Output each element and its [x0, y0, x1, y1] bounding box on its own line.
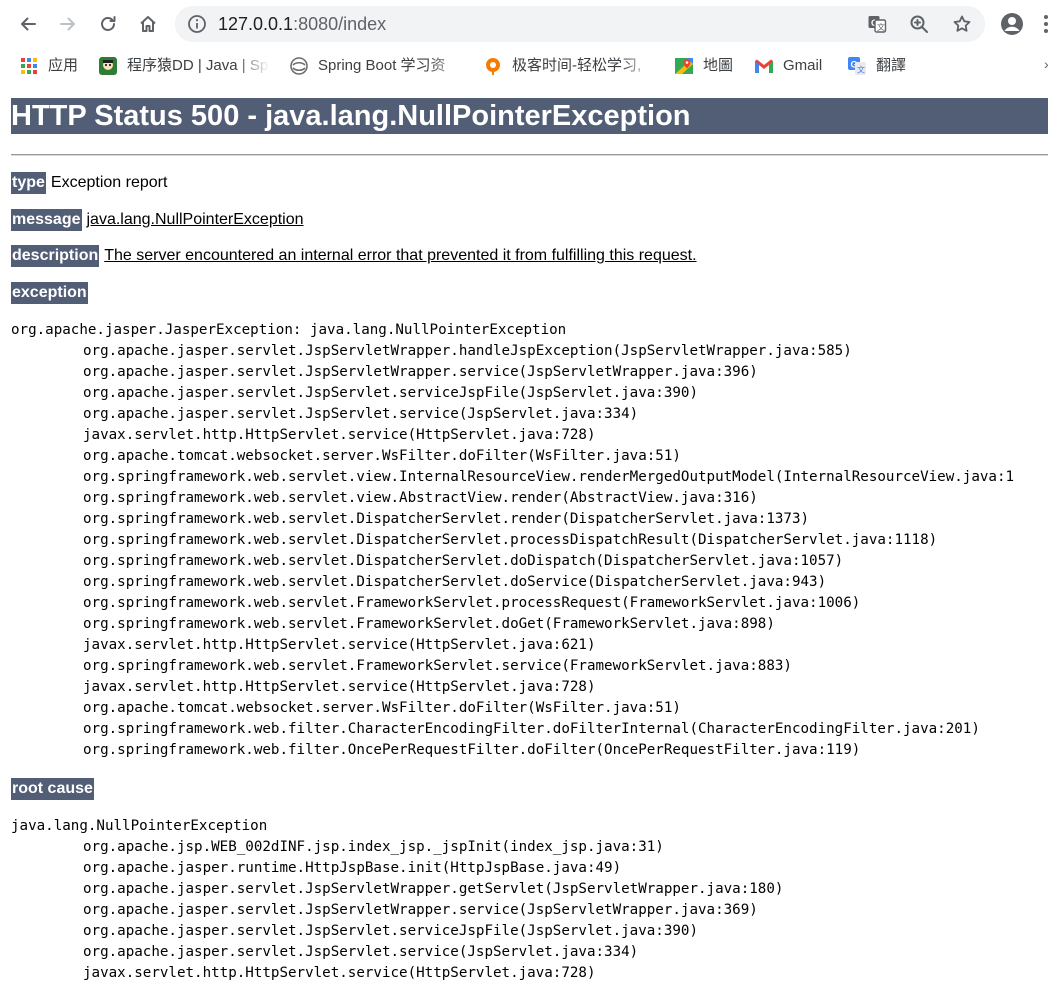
svg-text:文: 文 [857, 65, 865, 75]
url-host: 127.0.0.1 [218, 14, 294, 34]
reload-icon [101, 16, 116, 31]
root-cause-row: root cause [11, 778, 99, 800]
trace-frame-line: org.springframework.web.servlet.Dispatch… [83, 532, 938, 548]
bookmark-spring-boot[interactable]: Spring Boot 学习资 [289, 55, 465, 77]
trace-frame-line: org.apache.tomcat.websocket.server.WsFil… [83, 700, 681, 716]
trace-frame-line: org.apache.jasper.servlet.JspServletWrap… [83, 343, 852, 359]
bookmark-maps[interactable]: 地圖 [674, 55, 744, 77]
trace-frame-line: javax.servlet.http.HttpServlet.service(H… [83, 427, 596, 443]
bookmarks-overflow-icon[interactable]: › [1044, 56, 1049, 72]
trace-frame-line: org.apache.jasper.servlet.JspServlet.ser… [83, 944, 639, 960]
bookmark-gmail[interactable]: Gmail [754, 55, 834, 77]
type-label: type [11, 172, 46, 194]
exception-stack-trace: org.apache.jasper.JasperException: java.… [11, 320, 1014, 761]
exception-row: exception [11, 282, 93, 304]
trace-frame-line: org.springframework.web.servlet.view.Abs… [83, 490, 758, 506]
trace-frame-line: org.springframework.web.filter.OncePerRe… [83, 742, 861, 758]
bookmark-label: 程序猿DD | Java | Sp [127, 57, 269, 74]
address-bar[interactable]: 127.0.0.1:8080/index G文 [175, 6, 985, 42]
maps-favicon [674, 56, 694, 76]
bookmark-label: Spring Boot 学习资 [318, 57, 446, 74]
trace-frame-line: org.apache.jasper.servlet.JspServlet.ser… [83, 406, 639, 422]
trace-frame-line: org.apache.jasper.servlet.JspServletWrap… [83, 881, 784, 897]
gmail-favicon [754, 56, 774, 76]
trace-frame-line: org.apache.jasper.runtime.HttpJspBase.in… [83, 860, 622, 876]
type-value: Exception report [50, 174, 168, 191]
more-menu-icon[interactable] [1040, 14, 1052, 34]
trace-frame-line: javax.servlet.http.HttpServlet.service(H… [83, 679, 596, 695]
arrow-right-icon [60, 17, 75, 31]
message-value: java.lang.NullPointerException [86, 211, 304, 228]
divider [11, 154, 1048, 156]
home-icon [140, 16, 156, 32]
bookmark-label: Gmail [783, 57, 823, 74]
spring-favicon [289, 56, 309, 76]
trace-frame-line: org.apache.jasper.servlet.JspServletWrap… [83, 902, 758, 918]
bookmark-label: 极客时间-轻松学习, [512, 57, 642, 74]
trace-frame-line: org.springframework.web.servlet.Framewor… [83, 616, 775, 632]
root-cause-stack-trace: java.lang.NullPointerException org.apache… [11, 816, 783, 984]
home-button[interactable] [134, 10, 162, 38]
trace-frame-line: org.springframework.web.servlet.Framewor… [83, 658, 792, 674]
trace-frame-line: org.springframework.web.servlet.view.Int… [83, 469, 1015, 485]
trace-frame-line: org.apache.tomcat.websocket.server.WsFil… [83, 448, 681, 464]
url-text[interactable]: 127.0.0.1:8080/index [218, 14, 386, 34]
trace-frame-line: org.springframework.web.servlet.Dispatch… [83, 553, 844, 569]
bookmark-apps[interactable]: 应用 [19, 55, 89, 77]
bookmark-label: 翻譯 [876, 57, 907, 74]
description-label: description [11, 245, 100, 267]
trace-exception-line: org.apache.jasper.JasperException: java.… [11, 322, 567, 338]
message-row: message java.lang.NullPointerException [11, 209, 304, 231]
trace-frame-line: org.springframework.web.servlet.Framewor… [83, 595, 861, 611]
info-icon[interactable] [187, 14, 207, 39]
trace-frame-line: javax.servlet.http.HttpServlet.service(H… [83, 637, 596, 653]
geek-favicon [483, 56, 503, 76]
type-row: type Exception report [11, 172, 167, 194]
trace-exception-line: java.lang.NullPointerException [11, 818, 268, 834]
root-cause-label: root cause [11, 778, 94, 800]
bookmark-star-icon[interactable] [951, 13, 973, 35]
svg-text:文: 文 [877, 22, 885, 32]
profile-avatar-icon[interactable] [1000, 12, 1024, 36]
trace-frame-line: org.apache.jasper.servlet.JspServletWrap… [83, 364, 758, 380]
bookmarks-bar: 应用 程序猿DD | Java | Sp Spring Boot 学习资 极客时… [0, 48, 1052, 84]
trace-frame-line: org.apache.jasper.servlet.JspServlet.ser… [83, 385, 698, 401]
forward-button[interactable] [54, 10, 82, 38]
apps-grid-icon [19, 56, 39, 76]
reload-button[interactable] [94, 10, 122, 38]
browser-toolbar: 127.0.0.1:8080/index G文 [0, 0, 1052, 48]
url-path: :8080/index [293, 14, 387, 34]
exception-label: exception [11, 282, 88, 304]
bookmark-label: 地圖 [703, 57, 734, 74]
trace-frame-line: org.springframework.web.filter.Character… [83, 721, 980, 737]
translate-favicon: G文 [847, 56, 867, 76]
trace-frame-line: org.springframework.web.servlet.Dispatch… [83, 511, 810, 527]
bookmark-translate[interactable]: G文 翻譯 [847, 55, 917, 77]
bookmark-geektime[interactable]: 极客时间-轻松学习, [483, 55, 655, 77]
description-row: description The server encountered an int… [11, 245, 697, 267]
trace-frame-line: javax.servlet.http.HttpServlet.service(H… [83, 965, 596, 981]
page-title: HTTP Status 500 - java.lang.NullPointerE… [11, 98, 1048, 134]
back-button[interactable] [14, 10, 42, 38]
message-label: message [11, 209, 82, 231]
trace-frame-line: org.springframework.web.servlet.Dispatch… [83, 574, 827, 590]
zoom-icon[interactable] [908, 13, 930, 35]
trace-frame-line: org.apache.jasper.servlet.JspServlet.ser… [83, 923, 698, 939]
trace-frame-line: org.apache.jsp.WEB_002dINF.jsp.index_jsp… [83, 839, 664, 855]
description-value: The server encountered an internal error… [104, 247, 697, 264]
bookmark-didi-blog[interactable]: 程序猿DD | Java | Sp [98, 55, 270, 77]
error-page: HTTP Status 500 - java.lang.NullPointerE… [0, 84, 1052, 988]
arrow-left-icon [21, 17, 36, 31]
bookmark-label: 应用 [48, 57, 79, 74]
avatar-favicon [98, 56, 118, 76]
translate-page-icon[interactable]: G文 [866, 13, 888, 35]
